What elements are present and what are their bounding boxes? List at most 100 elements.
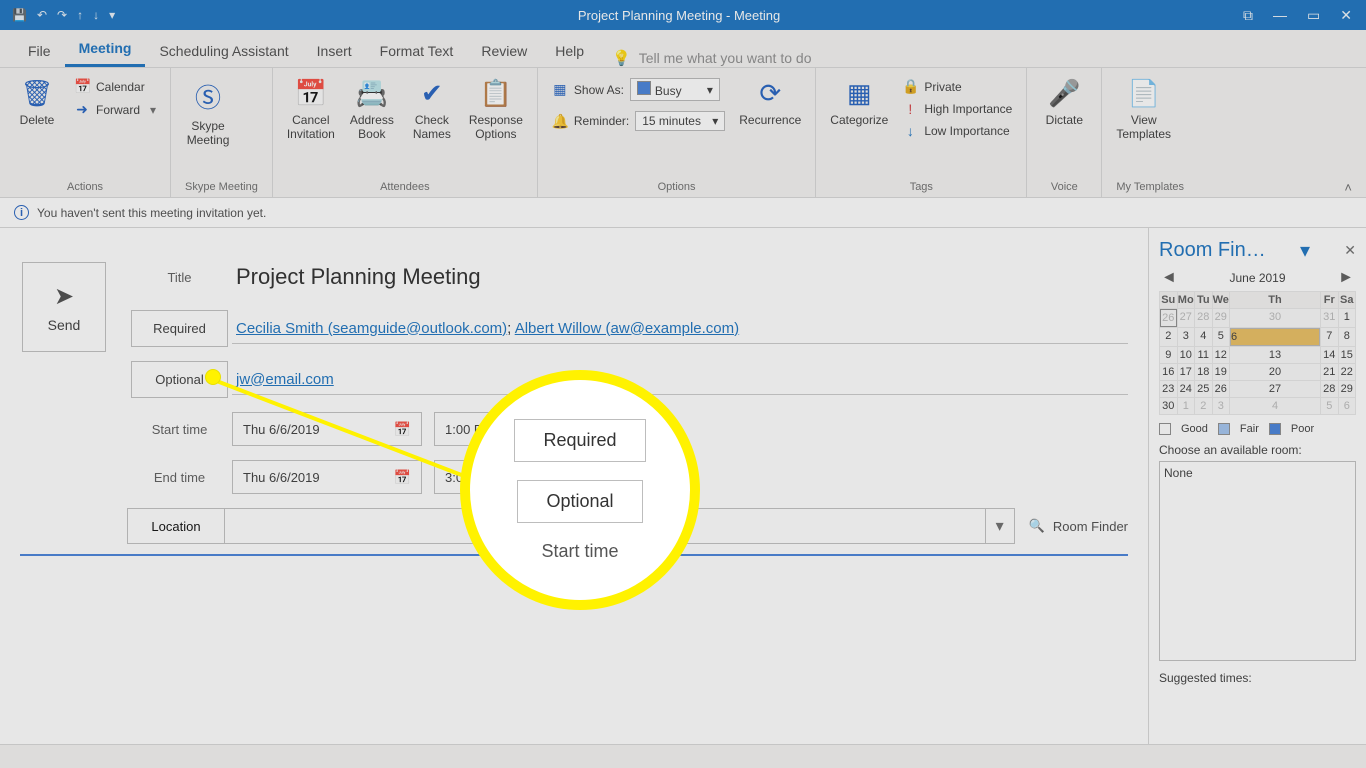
calendar-day[interactable]: 6 <box>1339 398 1356 414</box>
maximize-icon[interactable]: ▭ <box>1307 7 1320 24</box>
calendar-day[interactable]: 26 <box>1213 381 1230 397</box>
room-list[interactable]: None <box>1159 461 1356 661</box>
undo-icon[interactable]: ↶ <box>37 8 47 22</box>
calendar-day[interactable]: 2 <box>1160 328 1177 346</box>
calendar-day[interactable]: 21 <box>1321 364 1338 380</box>
location-button[interactable]: Location <box>128 509 225 543</box>
private-button[interactable]: 🔒Private <box>902 78 1012 95</box>
calendar-day[interactable]: 3 <box>1213 398 1230 414</box>
address-book-button[interactable]: 📇 Address Book <box>349 78 395 142</box>
calendar-day[interactable]: 18 <box>1195 364 1212 380</box>
calendar-day[interactable]: 27 <box>1230 381 1320 397</box>
tell-me-search[interactable]: 💡 Tell me what you want to do <box>612 49 811 67</box>
location-dropdown[interactable]: ▾ <box>985 509 1014 543</box>
close-icon[interactable]: ✕ <box>1340 7 1352 24</box>
tab-insert[interactable]: Insert <box>303 35 366 67</box>
tab-format-text[interactable]: Format Text <box>366 35 468 67</box>
redo-icon[interactable]: ↷ <box>57 8 67 22</box>
attendee-link[interactable]: jw@email.com <box>236 371 334 388</box>
calendar-day[interactable]: 17 <box>1178 364 1195 380</box>
attendee-link[interactable]: Cecilia Smith (seamguide@outlook.com) <box>236 320 507 337</box>
dictate-button[interactable]: 🎤 Dictate <box>1041 78 1087 127</box>
up-icon[interactable]: ↑ <box>77 8 83 22</box>
recurrence-button[interactable]: ⟳ Recurrence <box>739 78 801 127</box>
calendar-button[interactable]: 📅 Calendar <box>74 78 156 95</box>
ribbon-collapse-button[interactable]: ˄ <box>1330 68 1366 197</box>
tab-help[interactable]: Help <box>541 35 598 67</box>
down-icon[interactable]: ↓ <box>93 8 99 22</box>
calendar-day[interactable]: 1 <box>1178 398 1195 414</box>
calendar-day[interactable]: 24 <box>1178 381 1195 397</box>
calendar-day[interactable]: 9 <box>1160 347 1177 363</box>
calendar-day[interactable]: 4 <box>1195 328 1212 346</box>
calendar-day[interactable]: 19 <box>1213 364 1230 380</box>
calendar-day[interactable]: 14 <box>1321 347 1338 363</box>
tab-meeting[interactable]: Meeting <box>65 32 146 67</box>
tab-review[interactable]: Review <box>467 35 541 67</box>
calendar-day[interactable]: 15 <box>1339 347 1356 363</box>
skype-meeting-button[interactable]: Ⓢ Skype Meeting <box>185 78 231 148</box>
calendar-day[interactable]: 8 <box>1339 328 1356 346</box>
high-importance-button[interactable]: !High Importance <box>902 101 1012 117</box>
calendar-day[interactable]: 30 <box>1230 309 1320 327</box>
forward-button[interactable]: ➜ Forward ▾ <box>74 101 156 118</box>
calendar-day[interactable]: 25 <box>1195 381 1212 397</box>
attendee-link[interactable]: Albert Willow (aw@example.com) <box>515 320 739 337</box>
calendar-day[interactable]: 7 <box>1321 328 1338 346</box>
calendar-day[interactable]: 2 <box>1195 398 1212 414</box>
next-month-button[interactable]: ► <box>1338 269 1354 287</box>
room-finder-button[interactable]: 🔍 Room Finder <box>1029 518 1128 534</box>
calendar-day[interactable]: 28 <box>1195 309 1212 327</box>
calendar-day[interactable]: 5 <box>1321 398 1338 414</box>
check-names-button[interactable]: ✔ Check Names <box>409 78 455 142</box>
end-date-picker[interactable]: Thu 6/6/2019 📅 <box>232 460 422 494</box>
minimize-icon[interactable]: — <box>1273 7 1287 24</box>
cancel-invitation-label: Cancel Invitation <box>287 113 335 142</box>
view-templates-button[interactable]: 📄 View Templates <box>1116 78 1171 142</box>
save-icon[interactable]: 💾 <box>12 8 27 22</box>
calendar-day[interactable]: 22 <box>1339 364 1356 380</box>
start-date-picker[interactable]: Thu 6/6/2019 📅 <box>232 412 422 446</box>
address-book-icon: 📇 <box>356 78 388 109</box>
calendar-day[interactable]: 16 <box>1160 364 1177 380</box>
calendar-day[interactable]: 5 <box>1213 328 1230 346</box>
calendar-day[interactable]: 23 <box>1160 381 1177 397</box>
reminder-dropdown[interactable]: 15 minutes ▾ <box>635 111 725 131</box>
calendar-day[interactable]: 11 <box>1195 347 1212 363</box>
low-importance-icon: ↓ <box>902 123 918 139</box>
calendar-day[interactable]: 4 <box>1230 398 1320 414</box>
calendar-day[interactable]: 3 <box>1178 328 1195 346</box>
delete-button[interactable]: 🗑 Delete <box>14 78 60 127</box>
calendar-day[interactable]: 1 <box>1339 309 1356 327</box>
title-input[interactable]: Project Planning Meeting <box>232 258 1128 296</box>
required-input[interactable]: Cecilia Smith (seamguide@outlook.com); A… <box>232 314 1128 344</box>
qat-more-icon[interactable]: ▾ <box>109 8 115 22</box>
calendar-day[interactable]: 28 <box>1321 381 1338 397</box>
response-options-button[interactable]: 📋 Response Options <box>469 78 523 142</box>
tab-scheduling-assistant[interactable]: Scheduling Assistant <box>145 35 302 67</box>
optional-input[interactable]: jw@email.com <box>232 365 1128 395</box>
popin-icon[interactable]: ⧉ <box>1243 7 1253 24</box>
calendar-day[interactable]: 27 <box>1178 309 1195 327</box>
calendar-day[interactable]: 26 <box>1160 309 1177 327</box>
close-pane-icon[interactable]: ✕ <box>1344 242 1356 259</box>
calendar-day[interactable]: 29 <box>1339 381 1356 397</box>
calendar-grid[interactable]: SuMoTuWeThFrSa26272829303112345678910111… <box>1159 291 1356 415</box>
low-importance-button[interactable]: ↓Low Importance <box>902 123 1012 139</box>
tab-file[interactable]: File <box>14 35 65 67</box>
pane-menu-icon[interactable]: ▾ <box>1300 238 1310 263</box>
calendar-day[interactable]: 10 <box>1178 347 1195 363</box>
required-button[interactable]: Required <box>131 310 228 347</box>
calendar-day[interactable]: 6 <box>1230 328 1320 346</box>
prev-month-button[interactable]: ◄ <box>1161 269 1177 287</box>
calendar-day[interactable]: 31 <box>1321 309 1338 327</box>
calendar-day[interactable]: 30 <box>1160 398 1177 414</box>
cancel-invitation-button[interactable]: 📅 Cancel Invitation <box>287 78 335 142</box>
calendar-day[interactable]: 13 <box>1230 347 1320 363</box>
show-as-dropdown[interactable]: Busy ▾ <box>630 78 720 101</box>
calendar-day[interactable]: 20 <box>1230 364 1320 380</box>
categorize-button[interactable]: ▦ Categorize <box>830 78 888 127</box>
send-button[interactable]: ➤ Send <box>22 262 106 352</box>
calendar-day[interactable]: 29 <box>1213 309 1230 327</box>
calendar-day[interactable]: 12 <box>1213 347 1230 363</box>
